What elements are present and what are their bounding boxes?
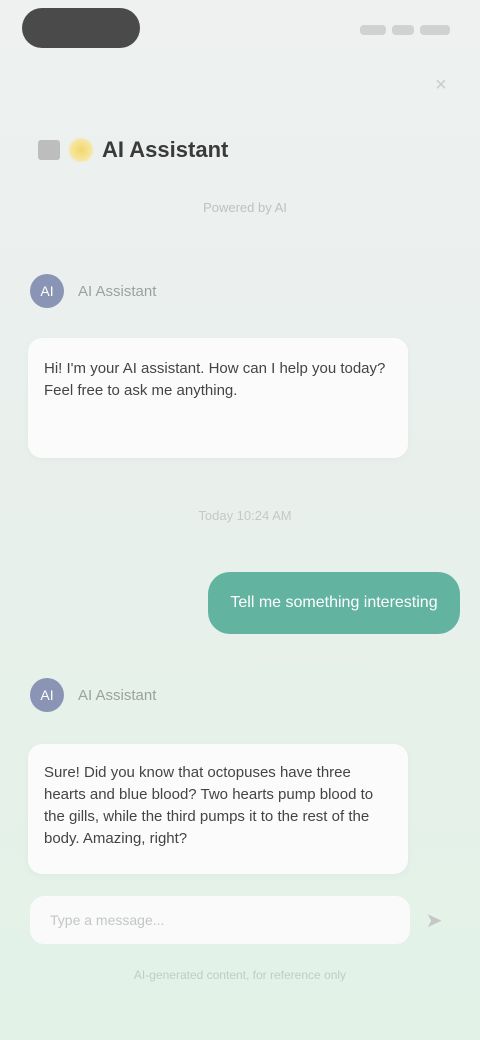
bot-message-text: Sure! Did you know that octopuses have t… — [44, 764, 374, 847]
disclaimer: AI-generated content, for reference only — [133, 968, 347, 982]
user-message-text: Tell me something interesting — [230, 594, 438, 611]
bot-header-2: AI AI Assistant — [30, 678, 156, 712]
avatar: AI — [30, 678, 64, 712]
bot-name: AI Assistant — [78, 282, 157, 300]
message-composer[interactable] — [30, 896, 410, 944]
status-icons — [350, 22, 450, 38]
title-text: AI Assistant — [102, 137, 229, 162]
user-message-bubble: Tell me something interesting — [208, 572, 460, 634]
logo-icon — [38, 140, 60, 160]
bot-message-bubble: Sure! Did you know that octopuses have t… — [28, 744, 408, 874]
signal-icon — [360, 25, 386, 35]
message-input[interactable] — [48, 911, 392, 929]
subtitle: Powered by AI — [203, 200, 287, 215]
avatar-glyph: AI — [40, 283, 54, 299]
avatar-glyph: AI — [40, 687, 54, 703]
battery-icon — [420, 25, 450, 35]
page-title: AI Assistant — [38, 134, 228, 166]
send-button[interactable]: ➤ — [420, 906, 448, 934]
status-pill — [22, 8, 140, 48]
sparkle-icon — [68, 138, 94, 162]
wifi-icon — [392, 25, 414, 35]
avatar: AI — [30, 274, 64, 308]
bot-message-text: Hi! I'm your AI assistant. How can I hel… — [44, 360, 386, 399]
timestamp: Today 10:24 AM — [198, 508, 292, 523]
bot-header: AI AI Assistant — [30, 274, 156, 308]
send-icon: ➤ — [425, 909, 443, 932]
close-button[interactable]: × — [428, 72, 454, 98]
close-icon: × — [435, 73, 447, 96]
bot-message-bubble: Hi! I'm your AI assistant. How can I hel… — [28, 338, 408, 458]
bot-name: AI Assistant — [78, 686, 157, 704]
